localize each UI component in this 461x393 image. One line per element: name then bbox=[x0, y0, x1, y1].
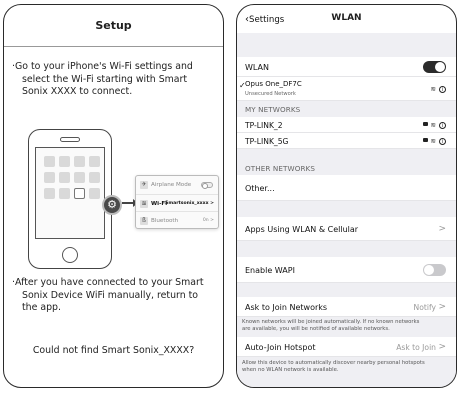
popout-row-wifi: ≋ Wi-Fi Smartsonix_xxxx > bbox=[136, 194, 218, 212]
ask-to-join-row[interactable]: Ask to Join Networks Notify > bbox=[237, 297, 456, 317]
phone-illustration bbox=[28, 129, 112, 269]
connected-network-subtitle: Unsecured Network bbox=[245, 91, 296, 97]
popout-label: Bluetooth bbox=[151, 218, 179, 224]
phone-speaker bbox=[60, 137, 80, 142]
network-row[interactable]: TP-LINK_2 ≋ i bbox=[237, 117, 456, 133]
app-icon bbox=[59, 188, 70, 199]
instruction1-line2: select the Wi-Fi starting with Smart bbox=[22, 73, 188, 85]
ask-to-join-note: Known networks will be joined automatica… bbox=[242, 319, 454, 332]
network-icons: ≋ i bbox=[422, 121, 446, 129]
note-bg: Known networks will be joined automatica… bbox=[237, 317, 456, 337]
other-label: Other... bbox=[245, 184, 275, 193]
auto-join-note-line1: Allow this device to automatically disco… bbox=[242, 360, 425, 366]
network-icons: ≋ i bbox=[431, 85, 446, 93]
instruction-connect-wifi: ·Go to your iPhone's Wi-Fi settings and … bbox=[12, 61, 220, 99]
popout-row-bluetooth: ß Bluetooth 0n > bbox=[136, 212, 218, 230]
connected-network-name: Opus One_DF7C bbox=[245, 80, 302, 88]
instruction1-line3: Sonix XXXX to connect. bbox=[22, 86, 133, 97]
instruction2-line1: After you have connected to your Smart bbox=[14, 277, 204, 288]
enable-wapi-toggle[interactable] bbox=[423, 264, 446, 276]
auto-join-note: Allow this device to automatically disco… bbox=[242, 360, 454, 373]
auto-join-note-line2: when no WLAN network is available. bbox=[242, 366, 339, 373]
enable-wapi-row: Enable WAPI bbox=[237, 257, 456, 283]
arrow-icon bbox=[122, 199, 138, 207]
airplane-icon: ✈ bbox=[140, 181, 148, 189]
info-icon[interactable]: i bbox=[439, 86, 446, 93]
app-grid bbox=[44, 156, 100, 199]
enable-wapi-label: Enable WAPI bbox=[245, 266, 295, 275]
wifi-icon: ≋ bbox=[430, 121, 436, 129]
nav-bar: ‹Settings WLAN bbox=[237, 5, 456, 33]
apps-using-wlan-label: Apps Using WLAN & Cellular bbox=[245, 225, 359, 234]
info-icon[interactable]: i bbox=[439, 122, 446, 129]
wifi-icon: ≋ bbox=[430, 137, 436, 145]
wlan-settings-panel: ‹Settings WLAN WLAN ✓ Opus One_DF7C Unse… bbox=[236, 4, 457, 388]
note-bg: Allow this device to automatically disco… bbox=[237, 357, 456, 387]
gear-icon: ⚙ bbox=[102, 195, 122, 215]
other-networks-header: OTHER NETWORKS bbox=[245, 164, 316, 173]
auto-join-hotspot-value: Ask to Join bbox=[396, 343, 436, 352]
wlan-label: WLAN bbox=[245, 63, 270, 72]
app-icon bbox=[89, 172, 100, 183]
my-networks-header: MY NETWORKS bbox=[245, 105, 301, 114]
chevron-right-icon: > bbox=[438, 302, 446, 312]
app-icon bbox=[74, 172, 85, 183]
instruction1-line1: Go to your iPhone's Wi-Fi settings and bbox=[14, 61, 193, 72]
popout-label: Airplane Mode bbox=[151, 182, 192, 188]
network-icons: ≋ i bbox=[422, 137, 446, 145]
settings-popout-illustration: ✈ Airplane Mode ≋ Wi-Fi Smartsonix_xxxx … bbox=[135, 175, 219, 229]
app-icon bbox=[59, 156, 70, 167]
title-divider bbox=[4, 46, 223, 47]
section-gap bbox=[237, 241, 456, 257]
ask-to-join-label: Ask to Join Networks bbox=[245, 303, 328, 312]
network-name: TP-LINK_2 bbox=[245, 121, 283, 130]
popout-row-airplane: ✈ Airplane Mode bbox=[136, 176, 218, 194]
airplane-toggle bbox=[201, 182, 213, 189]
setup-title: Setup bbox=[95, 19, 132, 32]
lock-icon bbox=[422, 138, 428, 142]
phone-screen bbox=[35, 147, 105, 239]
app-icon bbox=[44, 188, 55, 199]
section-header-bg: MY NETWORKS bbox=[237, 101, 456, 117]
setup-panel: Setup ·Go to your iPhone's Wi-Fi setting… bbox=[3, 4, 224, 388]
instruction2-line2: Sonix Device WiFi manually, return to bbox=[22, 289, 199, 301]
bluetooth-icon: ß bbox=[140, 217, 148, 225]
ask-to-join-value: Notify bbox=[413, 303, 436, 312]
section-header-bg: OTHER NETWORKS bbox=[237, 149, 456, 175]
instruction-return-to-app: ·After you have connected to your Smart … bbox=[12, 277, 220, 315]
app-icon bbox=[44, 172, 55, 183]
wifi-icon: ≋ bbox=[430, 85, 436, 93]
app-icon bbox=[74, 156, 85, 167]
popout-value: Smartsonix_xxxx > bbox=[165, 201, 214, 206]
auto-join-hotspot-label: Auto-Join Hotspot bbox=[245, 343, 316, 352]
not-found-link[interactable]: Could not find Smart Sonix_XXXX? bbox=[4, 345, 223, 356]
instruction2-line3: the app. bbox=[22, 302, 61, 313]
ask-to-join-note-line1: Known networks will be joined automatica… bbox=[242, 319, 420, 325]
section-gap bbox=[237, 33, 456, 57]
popout-value: 0n > bbox=[202, 218, 214, 223]
apps-using-wlan-row[interactable]: Apps Using WLAN & Cellular > bbox=[237, 217, 456, 241]
app-icon bbox=[59, 172, 70, 183]
chevron-right-icon: > bbox=[438, 224, 446, 234]
other-network-row[interactable]: Other... bbox=[237, 175, 456, 201]
wlan-toggle[interactable] bbox=[423, 61, 446, 73]
lock-icon bbox=[422, 122, 428, 126]
auto-join-hotspot-row[interactable]: Auto-Join Hotspot Ask to Join > bbox=[237, 337, 456, 357]
ask-to-join-note-line2: are available, you will be notified of a… bbox=[242, 325, 390, 332]
section-gap bbox=[237, 283, 456, 297]
wifi-icon: ≋ bbox=[140, 200, 148, 208]
chevron-right-icon: > bbox=[438, 342, 446, 352]
connected-network-row[interactable]: ✓ Opus One_DF7C Unsecured Network ≋ i bbox=[237, 77, 456, 101]
phone-home-button bbox=[62, 247, 78, 263]
app-icon bbox=[89, 188, 100, 199]
info-icon[interactable]: i bbox=[439, 138, 446, 145]
network-row[interactable]: TP-LINK_5G ≋ i bbox=[237, 133, 456, 149]
nav-title: WLAN bbox=[331, 13, 362, 23]
settings-app-icon bbox=[74, 188, 85, 199]
network-name: TP-LINK_5G bbox=[245, 137, 289, 146]
section-gap bbox=[237, 201, 456, 217]
wlan-row: WLAN bbox=[237, 57, 456, 77]
app-icon bbox=[44, 156, 55, 167]
app-icon bbox=[89, 156, 100, 167]
